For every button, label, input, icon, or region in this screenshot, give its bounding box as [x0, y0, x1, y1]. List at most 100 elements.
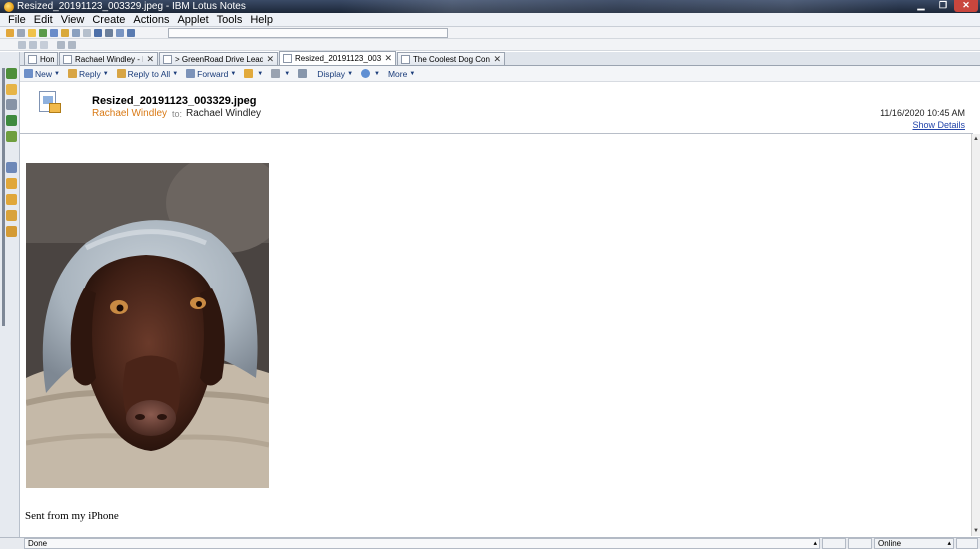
- maximize-icon[interactable]: ❐: [932, 0, 954, 12]
- contacts-icon[interactable]: [6, 99, 17, 110]
- sender-name[interactable]: Rachael Windley: [92, 108, 167, 119]
- reply-icon: [67, 69, 77, 78]
- document-icon: [283, 54, 292, 63]
- zoom-in-icon[interactable]: [29, 40, 37, 49]
- replicate-icon[interactable]: [116, 28, 124, 37]
- chevron-down-icon: ▼: [54, 70, 60, 77]
- display-button[interactable]: Display ▼: [317, 69, 353, 79]
- tab-resized-jpeg[interactable]: Resized_20191123_003329.jpeg ✕: [279, 51, 396, 65]
- tab-home[interactable]: Home: [24, 52, 58, 65]
- history-folder-icon[interactable]: [6, 210, 17, 221]
- menu-view[interactable]: View: [57, 13, 89, 27]
- title-bar: Resized_20191123_003329.jpeg - IBM Lotus…: [0, 0, 980, 13]
- message-datetime: 11/16/2020 10:45 AM: [880, 108, 965, 118]
- menu-tools[interactable]: Tools: [213, 13, 247, 27]
- move-to-folder-button[interactable]: ▼: [244, 69, 263, 78]
- lotus-notes-window: Resized_20191123_003329.jpeg - IBM Lotus…: [0, 0, 980, 549]
- cut-icon[interactable]: [57, 40, 65, 49]
- chevron-down-icon: ▼: [230, 70, 237, 77]
- folder-icon[interactable]: [6, 178, 17, 189]
- location-online-status[interactable]: Online: [874, 538, 954, 549]
- reply-all-button[interactable]: Reply to All ▼: [116, 69, 178, 79]
- main-toolbar: [0, 27, 980, 39]
- document-icon: [401, 54, 410, 64]
- menu-applet[interactable]: Applet: [173, 13, 212, 27]
- tab-greenroad[interactable]: > GreenRoad Drive Leadership... ✕: [159, 52, 278, 65]
- show-details-link[interactable]: Show Details: [912, 120, 965, 130]
- window-controls: ▁ ❐ ✕: [910, 0, 978, 12]
- recipient-name[interactable]: Rachael Windley: [186, 108, 261, 119]
- replication-icon[interactable]: [6, 131, 17, 142]
- menu-file[interactable]: File: [4, 13, 30, 27]
- delete-button[interactable]: [298, 69, 309, 78]
- print-icon[interactable]: [17, 28, 25, 37]
- trash-icon: [298, 69, 308, 78]
- clipboard-icon[interactable]: [40, 40, 48, 49]
- title-bar-decoration: [340, 0, 900, 13]
- chat-icon: [361, 69, 371, 78]
- action-bar: New ▼ Reply ▼ Reply to All ▼ Forward ▼ ▼ ▼ D…: [20, 66, 980, 82]
- applications-folder-icon[interactable]: [6, 226, 17, 237]
- signature-status-icon[interactable]: [848, 538, 872, 549]
- tab-inbox[interactable]: Rachael Windley - Inbox... ✕: [59, 52, 158, 65]
- forward-nav-icon[interactable]: [83, 28, 91, 37]
- address-field[interactable]: [168, 28, 448, 38]
- menu-create[interactable]: Create: [88, 13, 129, 27]
- bookmark-bar: [0, 52, 20, 537]
- secondary-toolbar: [0, 39, 980, 51]
- tab-close-icon[interactable]: ✕: [493, 54, 501, 65]
- tab-close-icon[interactable]: ✕: [146, 54, 154, 65]
- sync-icon[interactable]: [127, 28, 135, 37]
- tab-close-icon[interactable]: ✕: [266, 54, 274, 65]
- workspace-icon[interactable]: [6, 162, 17, 173]
- chat-button[interactable]: ▼: [361, 69, 380, 78]
- binoculars-icon[interactable]: [94, 28, 102, 37]
- menu-actions[interactable]: Actions: [129, 13, 173, 27]
- replication-status-icon[interactable]: [956, 538, 978, 549]
- tab-coolest-dog[interactable]: The Coolest Dog Contest in... ✕: [397, 52, 505, 65]
- menu-edit[interactable]: Edit: [30, 13, 57, 27]
- vertical-scrollbar[interactable]: ▲ ▼: [971, 134, 980, 536]
- chevron-down-icon: ▼: [102, 70, 109, 77]
- email-signature: Sent from my iPhone: [25, 510, 119, 522]
- inbox-icon: [63, 54, 72, 64]
- tab-close-icon[interactable]: ✕: [384, 53, 392, 64]
- open-folder-icon[interactable]: [6, 28, 14, 37]
- back-icon[interactable]: [72, 28, 80, 37]
- search-icon[interactable]: [105, 28, 113, 37]
- bookmark-icon[interactable]: [28, 28, 36, 37]
- network-status-icon[interactable]: [822, 538, 846, 549]
- lock-icon[interactable]: [61, 28, 69, 37]
- zoom-out-icon[interactable]: [18, 40, 26, 49]
- chevron-down-icon: ▼: [257, 70, 264, 77]
- menu-help[interactable]: Help: [246, 13, 277, 27]
- forward-button[interactable]: Forward ▼: [186, 69, 236, 79]
- link-icon[interactable]: [39, 28, 47, 37]
- home-icon: [28, 54, 37, 64]
- chevron-down-icon: ▼: [409, 70, 416, 77]
- databases-folder-icon[interactable]: [6, 194, 17, 205]
- minimize-icon[interactable]: ▁: [910, 0, 932, 12]
- attached-dog-photo[interactable]: [26, 163, 269, 488]
- follow-up-button[interactable]: ▼: [271, 69, 290, 78]
- scroll-down-icon[interactable]: ▼: [972, 526, 980, 536]
- bookmark-bar-handle[interactable]: [2, 68, 5, 326]
- todo-icon[interactable]: [6, 115, 17, 126]
- chevron-down-icon: ▼: [374, 70, 380, 77]
- forward-icon: [186, 69, 196, 78]
- new-button[interactable]: New ▼: [24, 69, 60, 79]
- close-window-icon[interactable]: ✕: [954, 0, 978, 12]
- copy-icon[interactable]: [68, 40, 76, 49]
- message-subject: Resized_20191123_003329.jpeg: [92, 95, 257, 107]
- folder-icon: [244, 69, 254, 78]
- calendar-icon[interactable]: [6, 68, 17, 79]
- tab-strip: Home Rachael Windley - Inbox... ✕ > Gree…: [20, 51, 980, 66]
- mail-icon[interactable]: [6, 84, 17, 95]
- memo-icon: [39, 91, 61, 115]
- status-message[interactable]: Done: [24, 538, 820, 549]
- more-button[interactable]: More ▼: [388, 69, 415, 79]
- chevron-down-icon: ▼: [284, 70, 291, 77]
- scroll-up-icon[interactable]: ▲: [972, 134, 980, 144]
- reply-button[interactable]: Reply ▼: [67, 69, 109, 79]
- refresh-icon[interactable]: [50, 28, 58, 37]
